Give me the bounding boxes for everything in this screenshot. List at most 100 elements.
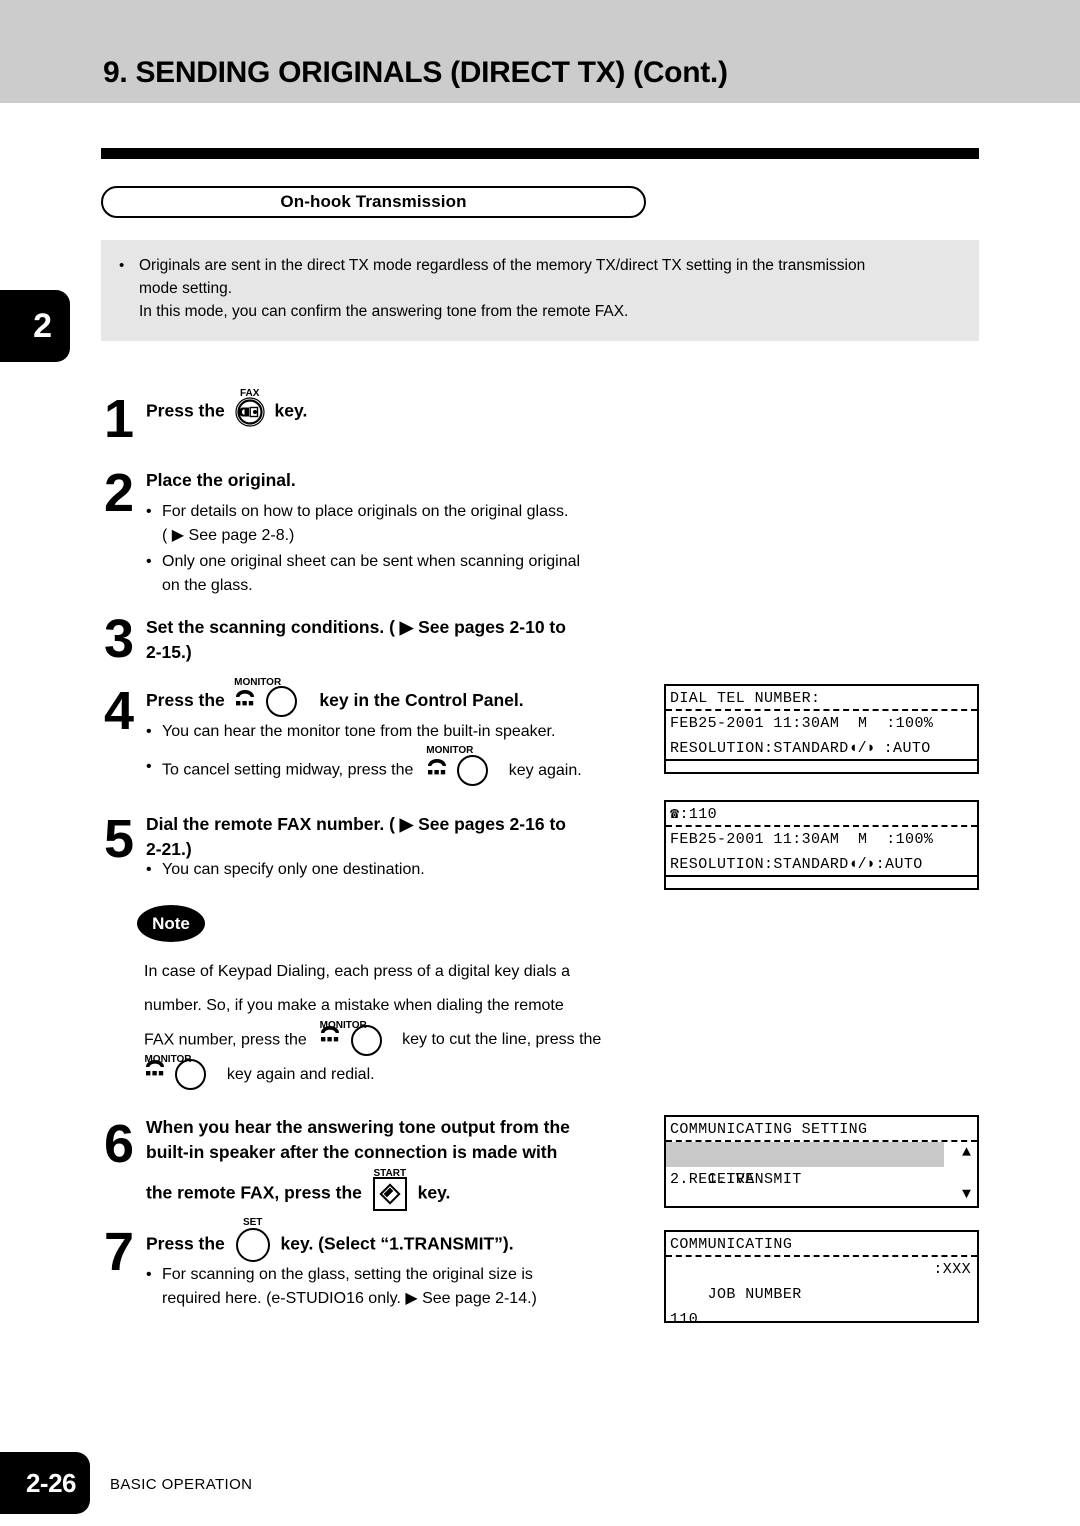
lcd-3-row-4	[666, 1192, 977, 1217]
start-key-icon	[372, 1177, 407, 1211]
step-5-heading: Dial the remote FAX number. ( ▶ See page…	[146, 812, 666, 862]
step-6-line-3-before: the remote FAX, press the	[146, 1182, 362, 1203]
step-7-text-before: Press the	[146, 1233, 225, 1254]
monitor-key-label: MONITOR	[426, 745, 474, 756]
contrast-icon: ◖/◗	[848, 740, 876, 757]
fax-key-icon	[234, 396, 266, 428]
monitor-key-label: MONITOR	[144, 1054, 192, 1066]
note-line-3-after: key to cut the line, press the	[402, 1031, 602, 1049]
lcd-3-row-2-selected[interactable]: 1.TRANSMIT	[666, 1142, 944, 1188]
step-4-bullet-2-before: To cancel setting midway, press the	[162, 761, 414, 779]
note-badge-label: Note	[152, 913, 190, 933]
bullet-icon: •	[146, 1266, 152, 1283]
scroll-up-arrow-icon[interactable]: ▲	[962, 1144, 971, 1162]
note-line-4: MONITOR key again and redial.	[144, 1054, 674, 1091]
bullet-icon: •	[146, 758, 152, 775]
bullet-icon: •	[146, 503, 152, 520]
step-1-instruction: Press the FAX key.	[146, 388, 307, 428]
step-1-text-before: Press the	[146, 400, 225, 421]
lcd-1-row-3: RESOLUTION:STANDARD◖/◗ :AUTO	[666, 736, 977, 761]
lcd-2-row-1: ☎:110	[666, 802, 977, 827]
step-5-bullet-1-text: You can specify only one destination.	[162, 861, 425, 878]
step-2-bullet-2-line-1: Only one original sheet can be sent when…	[162, 553, 581, 570]
step-5-heading-line-2: 2-21.)	[146, 839, 192, 859]
bullet-icon: •	[119, 257, 125, 274]
monitor-key-label: MONITOR	[319, 1020, 367, 1031]
lcd-2-row-3-left: RESOLUTION:STANDARD	[670, 856, 849, 873]
lcd-4-row-2: JOB NUMBER :XXX	[666, 1257, 977, 1303]
chapter-tab: 2	[0, 290, 70, 362]
section-title-pill: On-hook Transmission	[101, 186, 646, 218]
lcd-2-row-4	[666, 877, 977, 902]
step-2-bullet-1-line-2: ( ▶ See page 2-8.)	[162, 527, 295, 544]
page-title: 9. SENDING ORIGINALS (DIRECT TX) (Cont.)	[103, 56, 728, 89]
footer-section-label: BASIC OPERATION	[110, 1476, 253, 1493]
step-5-number: 5	[104, 809, 134, 869]
intro-bullet: • Originals are sent in the direct TX mo…	[119, 254, 967, 323]
step-6-line-3: the remote FAX, press the START key.	[146, 1168, 656, 1211]
step-4-text-before: Press the	[146, 690, 225, 711]
step-6-line-3-after: key.	[417, 1182, 451, 1203]
intro-bullet-line-2: mode setting.	[139, 280, 233, 297]
step-7-number: 7	[104, 1222, 134, 1282]
intro-bullet-line-3: In this mode, you can confirm the answer…	[139, 303, 629, 320]
header-divider-rule	[101, 148, 979, 159]
lcd-4-row-2-right: :XXX	[933, 1261, 971, 1278]
step-7-bullet-1-line-1: For scanning on the glass, setting the o…	[162, 1266, 533, 1283]
monitor-key[interactable]: MONITOR	[319, 1020, 382, 1057]
set-key-label: SET	[242, 1217, 263, 1228]
start-key[interactable]: START	[372, 1168, 407, 1211]
lcd-2-row-1-text: :110	[679, 806, 718, 823]
step-2-bullet-1-line-1: For details on how to place originals on…	[162, 503, 569, 520]
step-4-number: 4	[104, 681, 134, 741]
step-5-bullet-1: • You can specify only one destination.	[146, 858, 666, 882]
step-2-bullet-2-line-2: on the glass.	[162, 577, 253, 594]
bullet-icon: •	[146, 723, 152, 740]
footer-page-tab: 2-26	[0, 1452, 90, 1514]
step-2-bullet-1: • For details on how to place originals …	[146, 500, 666, 548]
lcd-1-row-3-left: RESOLUTION:STANDARD	[670, 740, 849, 757]
step-4-bullet-2-after: key again.	[508, 761, 582, 779]
lcd-2-row-3-right: :AUTO	[875, 856, 923, 873]
lcd-1-row-1: DIAL TEL NUMBER:	[666, 686, 977, 711]
note-line-3: FAX number, press the MONITOR key to cut…	[144, 1020, 674, 1057]
lcd-1-row-4	[666, 761, 977, 786]
step-5-heading-line-1: Dial the remote FAX number. ( ▶ See page…	[146, 814, 566, 834]
step-1-number: 1	[104, 389, 134, 449]
step-3-heading: Set the scanning conditions. ( ▶ See pag…	[146, 615, 666, 665]
lcd-2-row-3: RESOLUTION:STANDARD◖/◗:AUTO	[666, 852, 977, 877]
lcd-dialed-number: ☎:110 FEB25-2001 11:30AM M :100% RESOLUT…	[664, 800, 979, 890]
footer-page-number: 2-26	[25, 1467, 77, 1498]
step-2-heading: Place the original.	[146, 470, 296, 490]
lcd-4-row-1: COMMUNICATING	[666, 1232, 977, 1257]
intro-bullet-line-1: Originals are sent in the direct TX mode…	[139, 257, 866, 274]
step-3-heading-line-1: Set the scanning conditions. ( ▶ See pag…	[146, 617, 566, 637]
step-7-instruction: Press the SET key. (Select “1.TRANSMIT”)…	[146, 1217, 514, 1262]
set-key[interactable]: SET	[235, 1217, 270, 1262]
lcd-communicating-setting: COMMUNICATING SETTING 1.TRANSMIT 2.RECEI…	[664, 1115, 979, 1208]
step-6-line-1: When you hear the answering tone output …	[146, 1117, 570, 1137]
step-4-bullet-2: • To cancel setting midway, press the MO…	[146, 745, 686, 786]
lcd-dial-tel-number: DIAL TEL NUMBER: FEB25-2001 11:30AM M :1…	[664, 684, 979, 774]
intro-callout-box: • Originals are sent in the direct TX mo…	[101, 240, 979, 341]
section-title-text: On-hook Transmission	[280, 192, 467, 211]
monitor-key[interactable]: MONITOR	[144, 1054, 207, 1091]
monitor-key[interactable]: MONITOR	[426, 745, 489, 786]
lcd-2-row-2: FEB25-2001 11:30AM M :100%	[670, 831, 934, 848]
step-3-number: 3	[104, 609, 134, 669]
step-7-bullet-1: • For scanning on the glass, setting the…	[146, 1263, 656, 1311]
monitor-key-label: MONITOR	[234, 677, 282, 688]
note-line-2: number. So, if you make a mistake when d…	[144, 997, 564, 1014]
lcd-4-row-3	[666, 1282, 977, 1307]
lcd-3-row-3[interactable]: 2.RECEIVE	[666, 1167, 977, 1192]
monitor-key[interactable]: MONITOR	[234, 677, 297, 717]
scroll-down-arrow-icon[interactable]: ▼	[962, 1186, 971, 1204]
step-2-bullet-2: • Only one original sheet can be sent wh…	[146, 550, 666, 598]
step-4-bullet-2-body: To cancel setting midway, press the MONI…	[162, 745, 686, 786]
step-7-text-after: key. (Select “1.TRANSMIT”).	[280, 1233, 514, 1254]
bullet-icon: •	[146, 553, 152, 570]
bullet-icon: •	[146, 861, 152, 878]
lcd-1-row-3-right: :AUTO	[883, 740, 931, 757]
fax-key[interactable]: FAX	[234, 388, 266, 428]
step-4-text-after: key in the Control Panel.	[319, 690, 524, 711]
